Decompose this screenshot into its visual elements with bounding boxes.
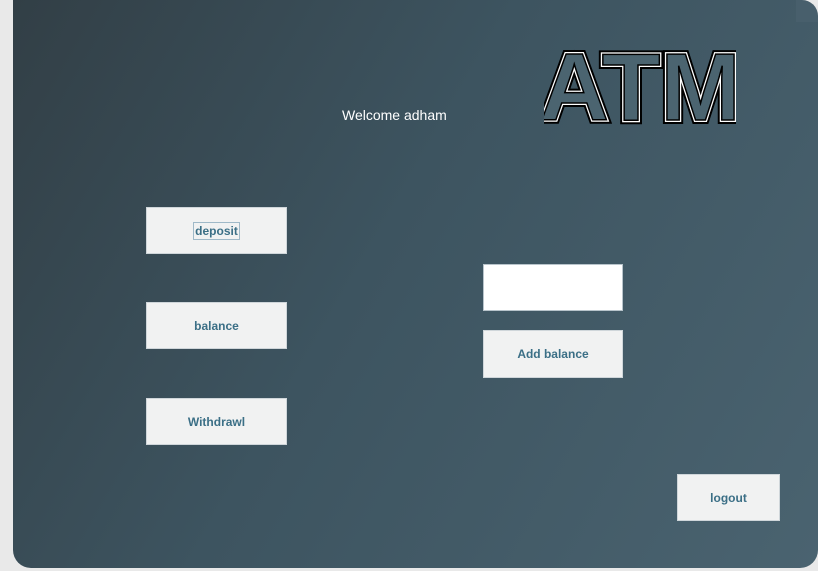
balance-button-label: balance (194, 318, 239, 333)
withdraw-button[interactable]: Withdrawl (146, 398, 287, 445)
add-balance-button[interactable]: Add balance (483, 330, 623, 378)
deposit-button-label: deposit (193, 221, 240, 240)
logout-button[interactable]: logout (677, 474, 780, 521)
balance-button[interactable]: balance (146, 302, 287, 349)
welcome-label: Welcome adham (342, 107, 447, 123)
atm-logo-inner: ATM (544, 40, 736, 130)
deposit-button[interactable]: deposit (146, 207, 287, 254)
logout-button-label: logout (710, 490, 747, 505)
add-balance-button-label: Add balance (517, 347, 589, 361)
withdraw-button-label: Withdrawl (187, 414, 246, 429)
amount-input[interactable] (483, 264, 623, 311)
atm-logo: ATM ATM ATM (544, 40, 736, 130)
atm-window: Welcome adham ATM ATM ATM deposit balanc… (13, 0, 818, 568)
